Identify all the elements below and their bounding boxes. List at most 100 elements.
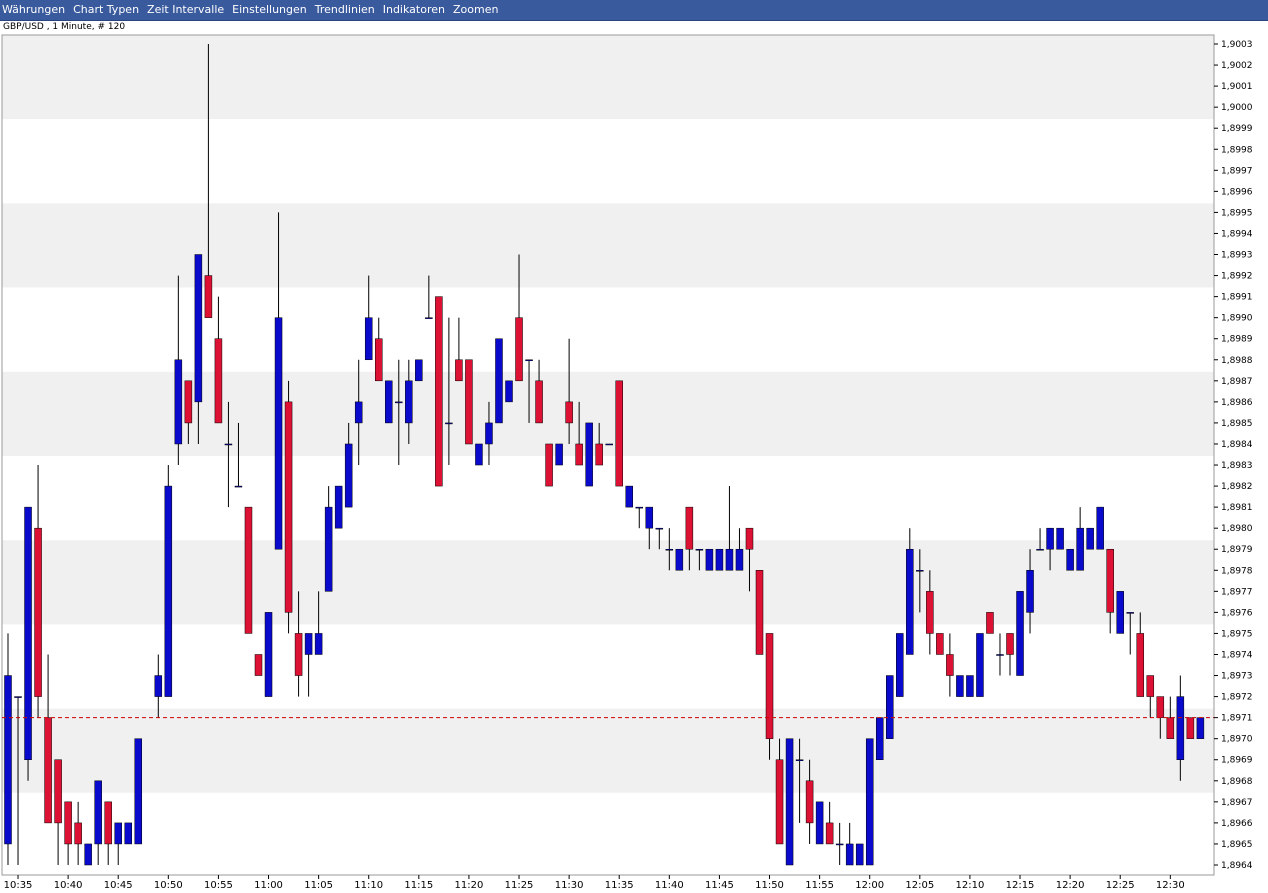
candle-body-up — [855, 843, 864, 866]
candle-body-up — [966, 675, 974, 697]
candle-body-down — [1186, 717, 1195, 739]
candle — [415, 359, 423, 382]
x-axis: 10:35 10:40 10:45 10:50 10:55 11:00 11:05 11:10… — [4, 875, 1185, 891]
candle-body-up — [4, 675, 12, 845]
candle-body-up — [154, 675, 163, 697]
x-tick-label: 10:45 — [104, 880, 133, 891]
y-tick-label: 1,8994 — [1221, 229, 1253, 239]
candle-body-up — [1036, 548, 1044, 551]
chart-title: GBP/USD , 1 Minute, # 120 — [3, 22, 126, 32]
candle-body-up — [1116, 591, 1124, 634]
candle-body-up — [916, 570, 924, 572]
candle-body-down — [926, 591, 934, 634]
candle — [244, 506, 253, 634]
x-tick-label: 10:35 — [4, 880, 33, 891]
candle-body-up — [605, 443, 613, 446]
y-tick-label: 1,8974 — [1221, 650, 1253, 660]
candle-body-up — [445, 422, 453, 425]
background-bands — [2, 35, 1214, 875]
candle-body-up — [24, 506, 32, 760]
candle — [896, 633, 904, 697]
candle-body-up — [665, 548, 674, 551]
candle-body-up — [725, 548, 734, 571]
candle-body-up — [174, 359, 183, 445]
candle — [164, 465, 173, 697]
candle-body-down — [1106, 548, 1114, 613]
candle-body-up — [1066, 548, 1074, 571]
candle-body-down — [104, 801, 112, 845]
y-tick-label: 1,8969 — [1221, 756, 1253, 766]
candle-body-up — [655, 527, 664, 530]
candle-body-up — [1086, 527, 1094, 550]
candle — [585, 422, 593, 487]
y-tick-label: 1,8996 — [1221, 187, 1253, 197]
candle-body-down — [204, 275, 213, 318]
x-tick-label: 10:50 — [154, 880, 183, 891]
x-tick-label: 11:45 — [705, 880, 734, 891]
candle-body-down — [755, 570, 764, 655]
candle — [605, 443, 613, 446]
y-tick-label: 1,8975 — [1221, 629, 1253, 639]
candle — [264, 612, 273, 697]
candle-body-up — [645, 506, 654, 529]
candle-body-down — [825, 822, 834, 845]
candle-body-up — [364, 317, 373, 361]
candle-body-down — [986, 612, 994, 634]
candle-body-down — [284, 401, 293, 613]
candle-body-up — [865, 738, 874, 866]
candle-body-down — [74, 822, 82, 845]
candle — [555, 443, 563, 466]
candle — [785, 738, 794, 866]
candle-body-up — [274, 317, 283, 550]
candle — [134, 738, 143, 845]
y-tick-label: 1,8982 — [1221, 482, 1253, 492]
y-tick-label: 1,8992 — [1221, 272, 1253, 282]
x-tick-label: 12:25 — [1106, 880, 1135, 891]
candle — [815, 801, 824, 845]
candle-body-down — [745, 527, 754, 550]
candle-body-down — [615, 380, 623, 487]
candle — [254, 654, 263, 676]
candle — [675, 548, 684, 571]
candle — [475, 443, 483, 466]
candle-body-up — [134, 738, 143, 845]
y-tick-label: 1,9003 — [1221, 40, 1253, 50]
candle — [24, 506, 32, 781]
candle-body-up — [505, 380, 513, 403]
candle-body-up — [956, 675, 964, 697]
candle-body-up — [735, 548, 744, 571]
background-band — [2, 624, 1214, 709]
x-tick-label: 11:10 — [354, 880, 383, 891]
candle-body-down — [184, 380, 193, 424]
y-tick-label: 1,9000 — [1221, 103, 1253, 113]
y-tick-label: 1,8999 — [1221, 124, 1253, 134]
candle-body-up — [845, 843, 854, 866]
candle-body-down — [595, 443, 603, 466]
candle — [956, 675, 964, 697]
x-tick-label: 11:15 — [404, 880, 433, 891]
candle-body-up — [264, 612, 273, 697]
background-band — [2, 119, 1214, 204]
x-tick-label: 11:25 — [505, 880, 534, 891]
y-tick-label: 1,8988 — [1221, 356, 1253, 366]
candle-body-up — [525, 359, 533, 362]
candle-body-up — [795, 759, 804, 761]
x-tick-label: 11:20 — [455, 880, 484, 891]
x-tick-label: 10:40 — [54, 880, 83, 891]
candle — [505, 380, 513, 403]
candle — [545, 443, 553, 487]
y-tick-label: 1,8983 — [1221, 461, 1253, 471]
candle — [705, 548, 714, 571]
candle-body-down — [515, 317, 523, 382]
candle-body-up — [675, 548, 684, 571]
y-tick-label: 1,8971 — [1221, 714, 1253, 724]
background-band — [2, 287, 1214, 372]
candle — [465, 359, 473, 445]
x-tick-label: 12:20 — [1056, 880, 1085, 891]
background-band — [2, 456, 1214, 541]
candle-body-down — [214, 338, 223, 424]
candle-body-up — [625, 485, 633, 508]
candle — [1096, 506, 1104, 550]
candle-body-down — [565, 401, 573, 424]
candlestick-chart[interactable]: 1,8964 1,8965 1,8966 1,8967 1,8968 1,8969 1,89… — [0, 0, 1268, 893]
